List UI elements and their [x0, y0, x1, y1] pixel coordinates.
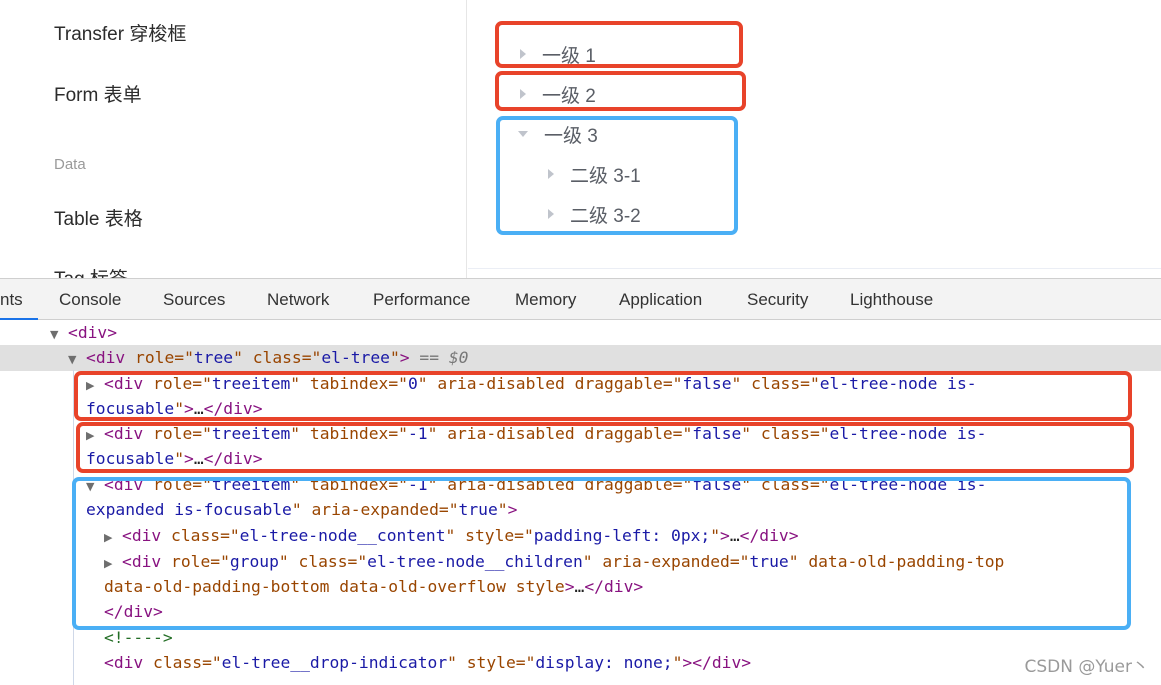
dom-line[interactable]: focusable">…</div>	[86, 396, 263, 421]
sidebar-item-table[interactable]: Table 表格	[54, 204, 143, 231]
tree-node-label: 一级 1	[542, 45, 596, 67]
collapsed-triangle-icon[interactable]: ▶	[104, 525, 122, 550]
tree-node-3[interactable]: 一级 3	[518, 119, 598, 149]
divider	[468, 268, 1161, 269]
sidebar-item-transfer[interactable]: Transfer 穿梭框	[54, 19, 186, 46]
dom-line[interactable]: ▼ <div>	[50, 320, 117, 345]
expanded-triangle-icon[interactable]: ▼	[68, 347, 86, 372]
dom-line[interactable]: focusable">…</div>	[86, 446, 263, 471]
tab-elements[interactable]: nts	[0, 290, 23, 310]
tree-node-2[interactable]: 一级 2	[520, 79, 596, 109]
sidebar-nav: Transfer 穿梭框 Form 表单 Data Table 表格 Tag 标…	[0, 0, 467, 278]
caret-down-icon[interactable]	[518, 131, 528, 137]
dom-line[interactable]: expanded is-focusable" aria-expanded="tr…	[86, 497, 517, 522]
tree-node-label: 二级 3-1	[570, 165, 641, 187]
expanded-triangle-icon[interactable]: ▼	[50, 322, 68, 347]
dom-line[interactable]: ▶ <div role="group" class="el-tree-node__…	[104, 549, 1004, 574]
dom-line-comment[interactable]: <!---->	[104, 625, 173, 650]
tree-node-label: 二级 3-2	[570, 205, 641, 227]
tree-node-label: 一级 3	[544, 125, 598, 147]
tab-security[interactable]: Security	[747, 290, 808, 310]
dom-line[interactable]: ▶ <div role="treeitem" tabindex="-1" aria…	[86, 421, 986, 446]
caret-right-icon[interactable]	[548, 169, 554, 179]
dom-line[interactable]: ▼ <div role="treeitem" tabindex="-1" aria…	[86, 472, 986, 497]
expanded-triangle-icon[interactable]: ▼	[86, 474, 104, 499]
tab-application[interactable]: Application	[619, 290, 702, 310]
tab-console[interactable]: Console	[59, 290, 121, 310]
tab-sources[interactable]: Sources	[163, 290, 225, 310]
caret-right-icon[interactable]	[548, 209, 554, 219]
tree-node-3-1[interactable]: 二级 3-1	[548, 159, 641, 189]
sidebar-item-form[interactable]: Form 表单	[54, 80, 142, 107]
app-preview: Transfer 穿梭框 Form 表单 Data Table 表格 Tag 标…	[0, 0, 1161, 278]
selected-marker: == $0	[419, 348, 469, 367]
tab-lighthouse[interactable]: Lighthouse	[850, 290, 933, 310]
tab-memory[interactable]: Memory	[515, 290, 576, 310]
dom-line[interactable]: ▶ <div role="treeitem" tabindex="0" aria-…	[86, 371, 977, 396]
dom-line-selected[interactable]: ▼ <div role="tree" class="el-tree"> == $0	[68, 345, 468, 370]
dom-line[interactable]: ▶ <div class="el-tree-node__content" styl…	[104, 523, 799, 548]
tree-node-1[interactable]: 一级 1	[520, 39, 596, 69]
collapsed-triangle-icon[interactable]: ▶	[104, 551, 122, 576]
dom-line[interactable]: data-old-padding-bottom data-old-overflo…	[104, 574, 643, 599]
collapsed-triangle-icon[interactable]: ▶	[86, 423, 104, 448]
caret-right-icon[interactable]	[520, 49, 526, 59]
indent-guide	[73, 370, 74, 685]
tree-node-3-2[interactable]: 二级 3-2	[548, 199, 641, 229]
dom-line[interactable]: </div>	[104, 599, 163, 624]
dom-line[interactable]: <div class="el-tree__drop-indicator" sty…	[104, 650, 751, 675]
sidebar-item-tag[interactable]: Tag 标签	[54, 264, 128, 278]
caret-right-icon[interactable]	[520, 89, 526, 99]
watermark: CSDN @Yuer丶	[1024, 657, 1149, 677]
tree-node-label: 一级 2	[542, 85, 596, 107]
elements-dom-tree: ▼ <div> ▼ <div role="tree" class="el-tree"…	[0, 320, 1161, 685]
tab-performance[interactable]: Performance	[373, 290, 470, 310]
tab-network[interactable]: Network	[267, 290, 329, 310]
devtools-panel: nts Console Sources Network Performance …	[0, 278, 1161, 685]
devtools-tabbar: nts Console Sources Network Performance …	[0, 278, 1161, 320]
collapsed-triangle-icon[interactable]: ▶	[86, 373, 104, 398]
sidebar-group-data: Data	[54, 156, 86, 173]
